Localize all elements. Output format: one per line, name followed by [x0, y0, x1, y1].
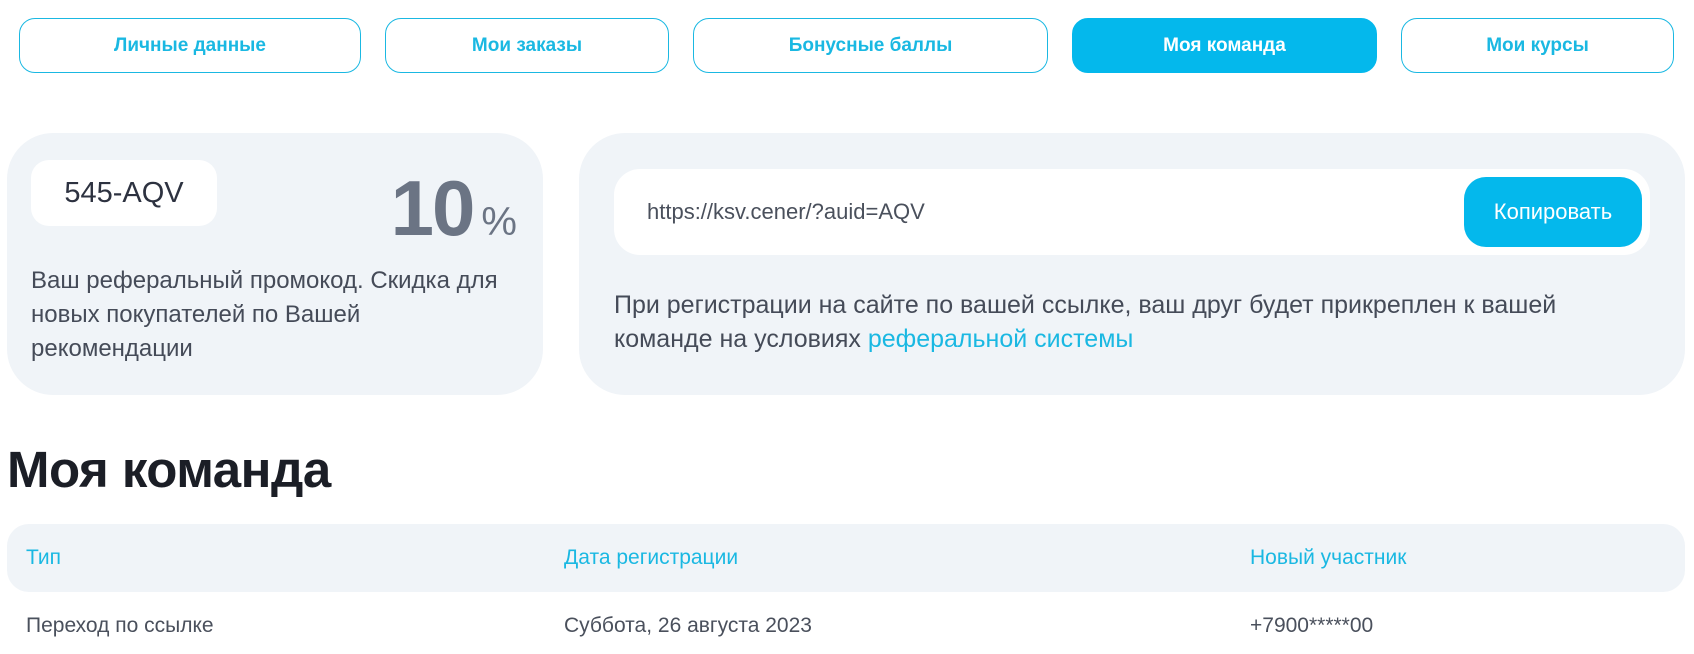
tab-my-team[interactable]: Моя команда — [1072, 18, 1377, 73]
referral-link-box: https://ksv.cener/?auid=AQV Копировать — [614, 169, 1650, 255]
discount-unit: % — [481, 200, 517, 244]
tab-personal-data[interactable]: Личные данные — [19, 18, 361, 73]
cell-type: Переход по ссылке — [26, 614, 214, 637]
tab-my-orders[interactable]: Мои заказы — [385, 18, 669, 73]
team-title: Моя команда — [7, 441, 331, 498]
table-row: Переход по ссылке Суббота, 26 августа 20… — [7, 603, 1685, 649]
tab-bonus-points[interactable]: Бонусные баллы — [693, 18, 1048, 73]
referral-description: При регистрации на сайте по вашей ссылке… — [614, 288, 1614, 356]
profile-tabs: Личные данные Мои заказы Бонусные баллы … — [0, 18, 1694, 73]
cell-new-member: +7900*****00 — [1250, 614, 1374, 637]
referral-card: https://ksv.cener/?auid=AQV Копировать П… — [579, 133, 1685, 395]
tab-my-courses[interactable]: Мои курсы — [1401, 18, 1674, 73]
discount: 10 % — [391, 163, 517, 254]
team-table-header: Тип Дата регистрации Новый участник — [7, 524, 1685, 592]
column-header-type: Тип — [26, 546, 62, 569]
column-header-registration-date: Дата регистрации — [564, 546, 739, 569]
copy-button[interactable]: Копировать — [1464, 177, 1642, 247]
column-header-new-member: Новый участник — [1250, 546, 1407, 569]
discount-value: 10 — [390, 164, 476, 252]
promo-card: 545-AQV 10 % Ваш реферальный промокод. С… — [7, 133, 543, 395]
promo-description: Ваш реферальный промокод. Скидка для нов… — [31, 267, 498, 362]
promo-code: 545-AQV — [31, 160, 217, 226]
cell-registration-date: Суббота, 26 августа 2023 — [564, 614, 812, 637]
referral-link[interactable]: https://ksv.cener/?auid=AQV — [647, 169, 925, 255]
referral-system-link[interactable]: реферальной системы — [868, 325, 1134, 353]
